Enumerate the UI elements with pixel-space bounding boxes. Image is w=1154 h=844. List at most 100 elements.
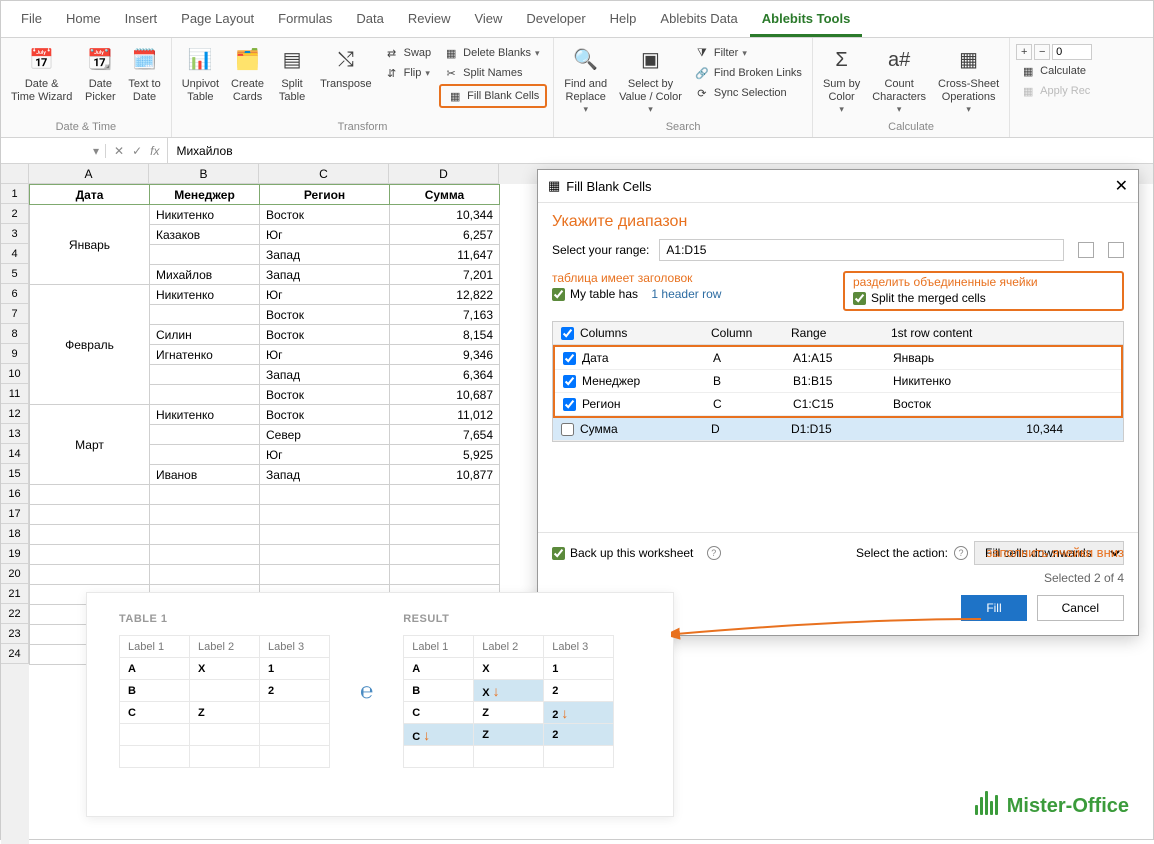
row-header[interactable]: 12: [1, 404, 29, 424]
tab-view[interactable]: View: [462, 5, 514, 37]
row-header[interactable]: 5: [1, 264, 29, 284]
spinner-plus[interactable]: +: [1016, 44, 1032, 60]
text-to-date-button[interactable]: 🗓️Text to Date: [124, 42, 164, 106]
select-by-value-button[interactable]: ▣Select by Value / Color: [615, 42, 686, 117]
spinner-value[interactable]: [1052, 44, 1092, 60]
tab-formulas[interactable]: Formulas: [266, 5, 344, 37]
backup-checkbox[interactable]: Back up this worksheet ?: [552, 546, 721, 560]
row-header[interactable]: 24: [1, 644, 29, 664]
sum-by-color-button[interactable]: ΣSum by Color: [819, 42, 864, 117]
select-range-label: Select your range:: [552, 243, 649, 257]
expand-range-icon[interactable]: [1108, 242, 1124, 258]
example-panel: TABLE 1 Label 1Label 2Label 3 AX1 B2 CZ …: [86, 592, 674, 817]
flip-button[interactable]: ⇵Flip: [380, 64, 436, 82]
name-box[interactable]: ▾: [1, 144, 106, 158]
row-header[interactable]: 15: [1, 464, 29, 484]
cross-sheet-button[interactable]: ▦Cross-Sheet Operations: [934, 42, 1003, 117]
row-header[interactable]: 13: [1, 424, 29, 444]
tab-page-layout[interactable]: Page Layout: [169, 5, 266, 37]
delete-blanks-button[interactable]: ▦Delete Blanks: [439, 44, 547, 62]
tab-ablebits-data[interactable]: Ablebits Data: [648, 5, 749, 37]
split-table-button[interactable]: ▤Split Table: [272, 42, 312, 106]
date-time-wizard-button[interactable]: 📅Date & Time Wizard: [7, 42, 76, 106]
example-table-result: Label 1Label 2Label 3 AX1 BX ↓2 CZ2 ↓ C …: [403, 635, 614, 768]
tab-ablebits-tools[interactable]: Ablebits Tools: [750, 5, 863, 37]
column-row[interactable]: МенеджерBB1:B15Никитенко: [555, 370, 1121, 393]
header-row-checkbox[interactable]: My table has 1 header row: [552, 287, 813, 301]
sync-selection-button[interactable]: ⟳Sync Selection: [690, 84, 806, 102]
spiral-icon: ℮: [360, 678, 373, 704]
fill-blank-cells-button[interactable]: ▦Fill Blank Cells: [439, 84, 547, 108]
header-manager[interactable]: Менеджер: [150, 185, 260, 205]
column-row[interactable]: СуммаDD1:D1510,344: [553, 418, 1123, 441]
tab-review[interactable]: Review: [396, 5, 463, 37]
find-broken-links-button[interactable]: 🔗Find Broken Links: [690, 64, 806, 82]
row-headers: 123456789101112131415161718192021222324: [1, 164, 29, 844]
select-color-icon: ▣: [635, 44, 667, 76]
row-header[interactable]: 23: [1, 624, 29, 644]
group-date-time-label: Date & Time: [7, 119, 165, 135]
row-header[interactable]: 21: [1, 584, 29, 604]
count-characters-button[interactable]: a#Count Characters: [868, 42, 930, 117]
count-chars-icon: a#: [883, 44, 915, 76]
row-header[interactable]: 2: [1, 204, 29, 224]
filter-button[interactable]: ⧩Filter: [690, 44, 806, 62]
table1-title: TABLE 1: [119, 613, 330, 625]
row-header[interactable]: 16: [1, 484, 29, 504]
column-row[interactable]: РегионCC1:C15Восток: [555, 393, 1121, 416]
row-header[interactable]: 10: [1, 364, 29, 384]
row-header[interactable]: 4: [1, 244, 29, 264]
calendar-wizard-icon: 📅: [26, 44, 58, 76]
spinner-minus[interactable]: −: [1034, 44, 1050, 60]
arrow-down-icon: ↓: [561, 705, 568, 721]
calculate-button[interactable]: ▦Calculate: [1016, 62, 1094, 80]
select-range-icon[interactable]: [1078, 242, 1094, 258]
group-transform-label: Transform: [178, 119, 548, 135]
tab-file[interactable]: File: [9, 5, 54, 37]
row-header[interactable]: 22: [1, 604, 29, 624]
row-header[interactable]: 7: [1, 304, 29, 324]
row-header[interactable]: 9: [1, 344, 29, 364]
header-sum[interactable]: Сумма: [390, 185, 500, 205]
row-header[interactable]: 3: [1, 224, 29, 244]
help-icon[interactable]: ?: [954, 546, 968, 560]
select-all-columns[interactable]: [561, 327, 574, 340]
formula-input[interactable]: Михайлов: [168, 144, 1153, 158]
tab-data[interactable]: Data: [344, 5, 395, 37]
row-header[interactable]: 8: [1, 324, 29, 344]
tab-home[interactable]: Home: [54, 5, 113, 37]
sync-icon: ⟳: [694, 85, 710, 101]
row-header[interactable]: 19: [1, 544, 29, 564]
accept-formula-icon[interactable]: ✓: [132, 144, 142, 158]
row-header[interactable]: 14: [1, 444, 29, 464]
tab-help[interactable]: Help: [598, 5, 649, 37]
column-row[interactable]: ДатаAA1:A15Январь: [555, 347, 1121, 370]
row-header[interactable]: 17: [1, 504, 29, 524]
create-cards-button[interactable]: 🗂️Create Cards: [227, 42, 268, 106]
cancel-formula-icon[interactable]: ✕: [114, 144, 124, 158]
swap-button[interactable]: ⇄Swap: [380, 44, 436, 62]
row-header[interactable]: 1: [1, 184, 29, 204]
header-row-link[interactable]: 1 header row: [651, 287, 721, 301]
header-region[interactable]: Регион: [260, 185, 390, 205]
help-icon[interactable]: ?: [707, 546, 721, 560]
transpose-button[interactable]: ⤭Transpose: [316, 42, 376, 93]
unpivot-table-button[interactable]: 📊Unpivot Table: [178, 42, 223, 106]
formula-bar: ▾ ✕ ✓ fx Михайлов: [1, 138, 1153, 164]
split-merged-checkbox[interactable]: Split the merged cells: [853, 291, 1114, 305]
row-header[interactable]: 6: [1, 284, 29, 304]
fx-icon[interactable]: fx: [150, 144, 159, 158]
date-picker-button[interactable]: 📆Date Picker: [80, 42, 120, 106]
example-table-1: Label 1Label 2Label 3 AX1 B2 CZ: [119, 635, 330, 768]
tab-insert[interactable]: Insert: [113, 5, 170, 37]
cancel-button[interactable]: Cancel: [1037, 595, 1124, 621]
find-replace-button[interactable]: 🔍Find and Replace: [560, 42, 611, 117]
range-input[interactable]: [659, 239, 1064, 261]
row-header[interactable]: 11: [1, 384, 29, 404]
dialog-close-icon[interactable]: ✕: [1115, 176, 1128, 196]
row-header[interactable]: 18: [1, 524, 29, 544]
split-names-button[interactable]: ✂Split Names: [439, 64, 547, 82]
header-date[interactable]: Дата: [30, 185, 150, 205]
tab-developer[interactable]: Developer: [514, 5, 597, 37]
row-header[interactable]: 20: [1, 564, 29, 584]
